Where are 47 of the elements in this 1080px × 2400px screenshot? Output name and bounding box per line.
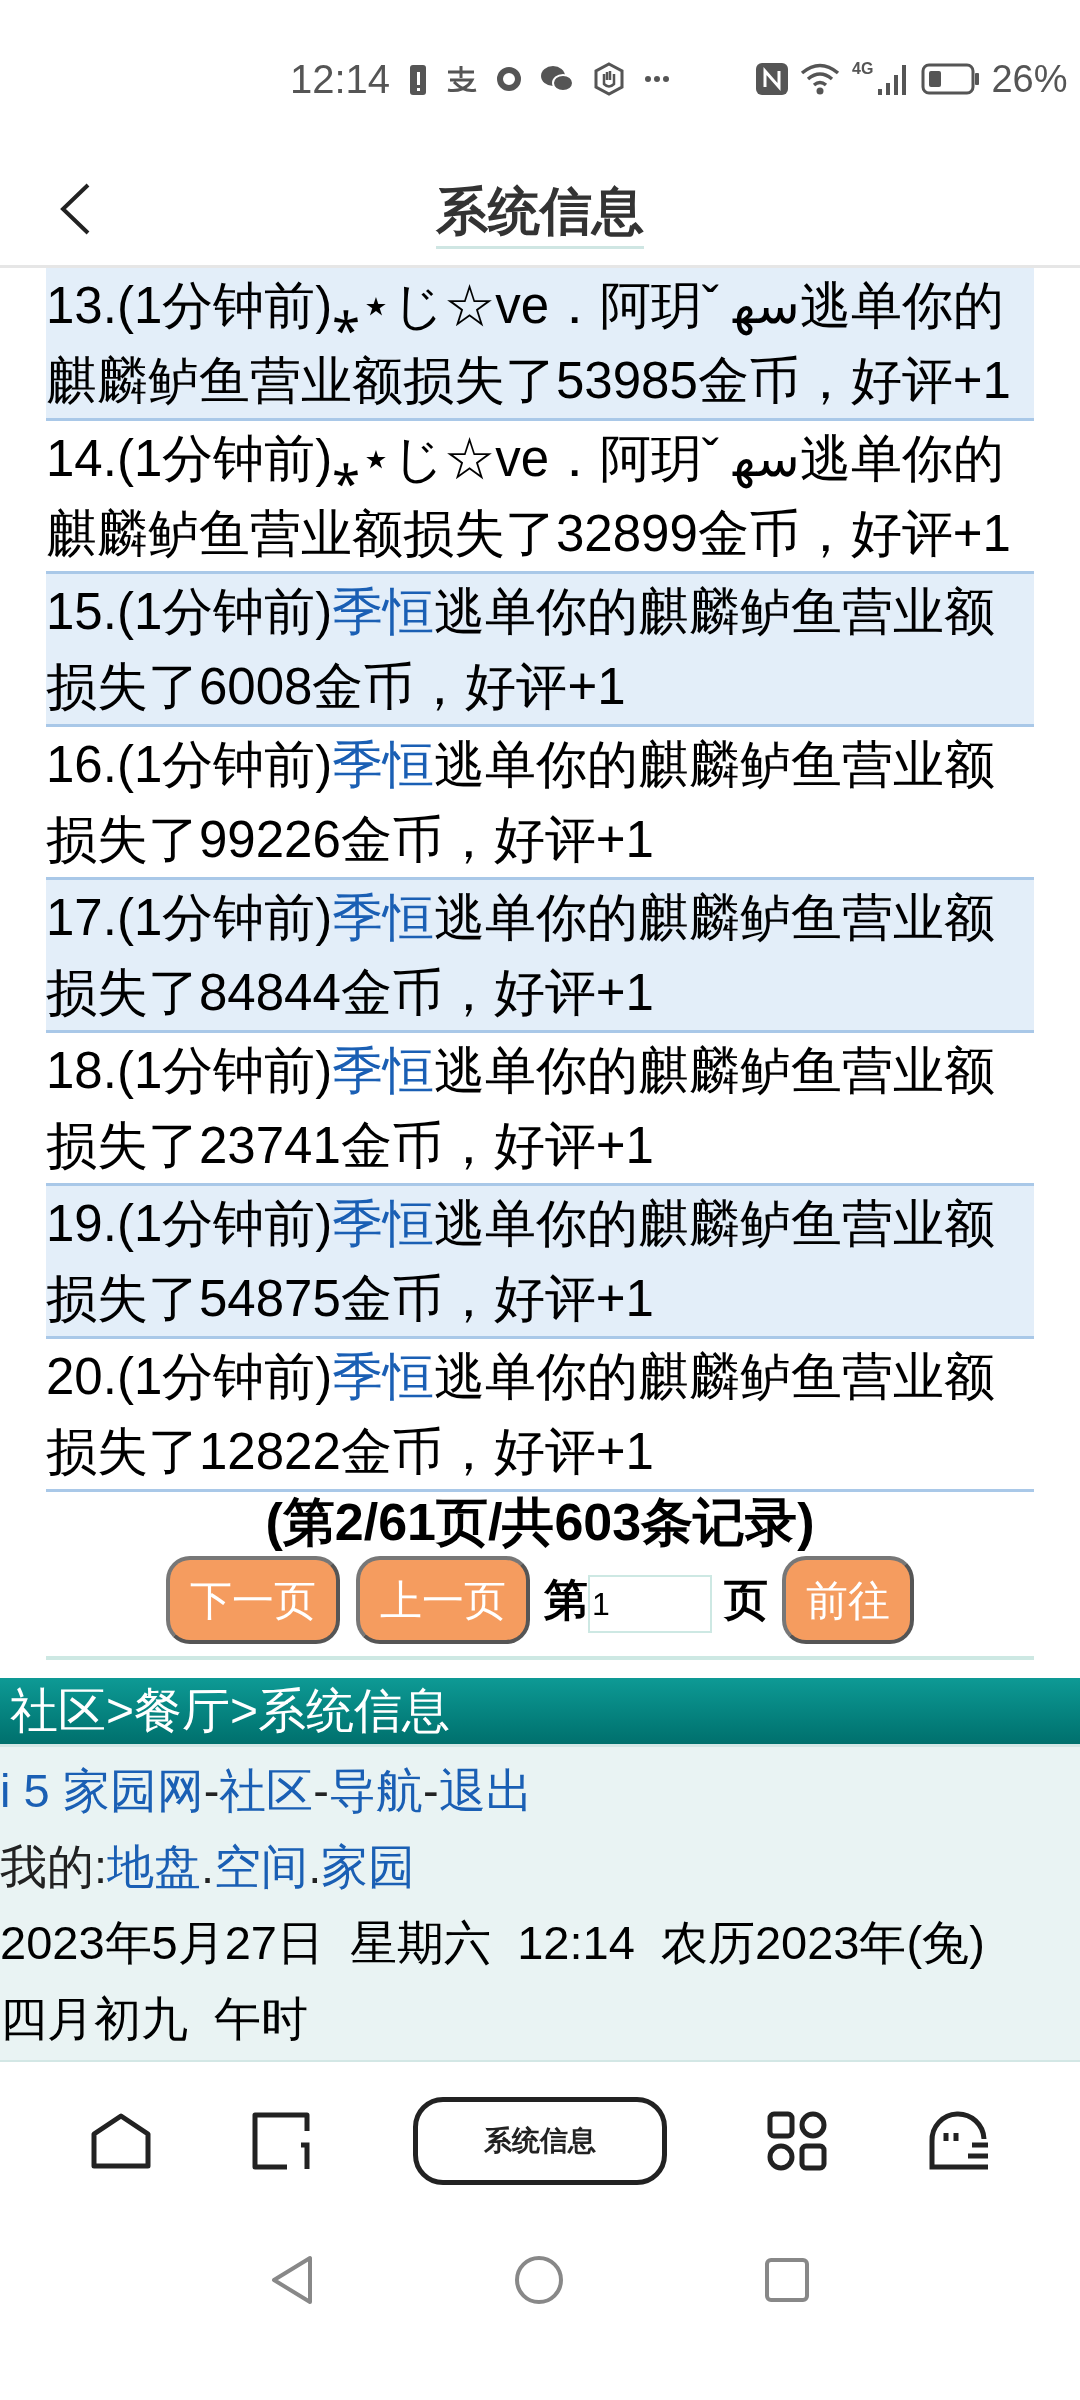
page-input[interactable]: 1 — [588, 1575, 712, 1633]
user-link[interactable]: 季恒 — [332, 1195, 435, 1252]
footer-link[interactable]: i 5 家园网 — [0, 1753, 204, 1829]
separator-text: - — [423, 1763, 439, 1819]
user-link[interactable]: 季恒 — [332, 1348, 435, 1405]
separator-text: . — [308, 1839, 322, 1895]
record-text: 17.(1分钟前)季恒逃单你的麒麟鲈鱼营业额损失了84844金币，好评+1 — [46, 880, 1034, 1033]
footer-link[interactable]: 退出 — [438, 1753, 533, 1829]
record-text: 19.(1分钟前)季恒逃单你的麒麟鲈鱼营业额损失了54875金币，好评+1 — [46, 1186, 1034, 1339]
nfc-icon — [756, 63, 789, 95]
footer-link[interactable]: 地盘 — [107, 1829, 202, 1905]
alert-icon — [410, 63, 427, 95]
user-link[interactable]: 季恒 — [332, 583, 435, 640]
current-page-button[interactable]: 系统信息 — [413, 2097, 667, 2185]
hand-icon — [592, 62, 627, 96]
breadcrumb-bar: 社区>餐厅>系统信息 — [0, 1678, 1080, 1744]
footer-link[interactable]: 社区 — [219, 1753, 314, 1829]
status-time: 12:14 — [290, 56, 391, 103]
more-icon — [644, 75, 671, 83]
network-type: 4G — [852, 58, 874, 79]
apps-icon[interactable] — [766, 2111, 829, 2171]
battery-icon — [921, 63, 980, 95]
date-text: 2023年5月27日 星期六 12:14 农历2023年(兔) 四月初九 午时 — [0, 1915, 986, 2047]
user-link[interactable]: 季恒 — [332, 889, 435, 946]
home-nav-icon[interactable] — [514, 2255, 564, 2305]
page-title: 系统信息 — [436, 176, 644, 249]
record-summary: (第2/61页/共603条记录) — [264, 1492, 816, 1552]
footer-link[interactable]: 空间 — [214, 1829, 309, 1905]
back-nav-icon[interactable] — [270, 2255, 314, 2305]
user-link[interactable]: 季恒 — [332, 736, 435, 793]
page-label: 第 — [544, 1574, 588, 1626]
separator-text: - — [313, 1763, 329, 1819]
separator-text: - — [203, 1763, 220, 1819]
wifi-icon — [800, 62, 841, 96]
my-label: 我的: — [0, 1839, 108, 1895]
ghost-icon[interactable] — [928, 2111, 991, 2171]
home-icon[interactable] — [89, 2112, 152, 2170]
separator-text: . — [201, 1839, 215, 1895]
page-suffix: 页 — [724, 1574, 768, 1626]
footer-link[interactable]: 导航 — [329, 1753, 423, 1829]
record-text: 15.(1分钟前)季恒逃单你的麒麟鲈鱼营业额损失了6008金币，好评+1 — [46, 574, 1034, 727]
user-link[interactable]: 季恒 — [332, 1042, 435, 1099]
battery-percent: 26% — [991, 56, 1068, 102]
back-icon[interactable] — [58, 182, 92, 236]
ring-icon — [496, 66, 523, 92]
recents-nav-icon[interactable] — [764, 2257, 810, 2303]
footer-link[interactable]: 家园 — [321, 1829, 416, 1905]
